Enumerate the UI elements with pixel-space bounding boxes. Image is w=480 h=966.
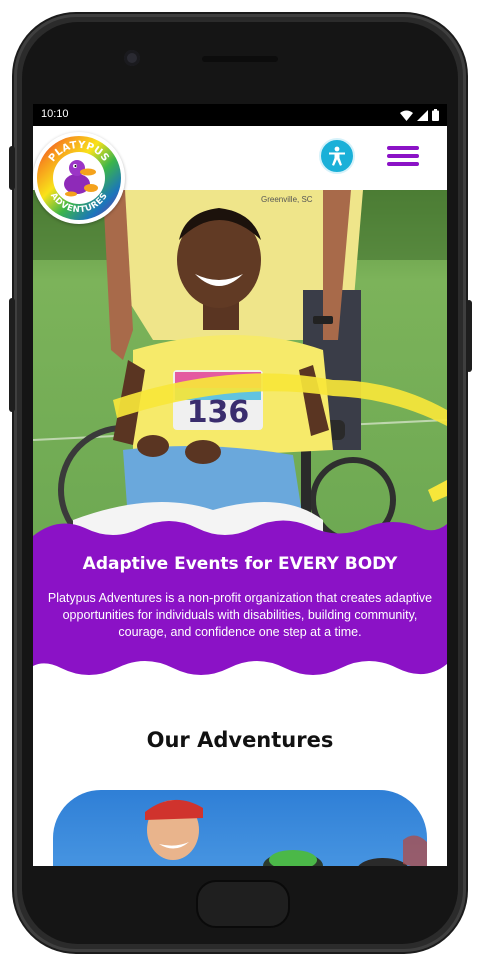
status-icons: [400, 109, 439, 121]
platypus-adventures-logo[interactable]: PLATYPUS ADVENTURES: [33, 132, 125, 224]
accessibility-icon: [329, 146, 345, 166]
status-time: 10:10: [41, 108, 69, 120]
status-bar: 10:10: [33, 104, 447, 126]
front-camera: [124, 50, 140, 66]
phone-screen: 10:10 PLATYPUS ADVENTURES Greenville, SC…: [33, 104, 447, 866]
wifi-icon: [400, 110, 413, 121]
hero-shirt-text: Greenville, SC: [261, 195, 313, 204]
hamburger-menu-button[interactable]: [387, 146, 419, 168]
adventure-card-image[interactable]: [53, 790, 427, 866]
home-button[interactable]: [196, 880, 290, 928]
hamburger-menu-icon: [387, 146, 419, 166]
accessibility-button[interactable]: [319, 138, 355, 174]
phone-side-button-right: [466, 300, 472, 372]
signal-icon: [417, 109, 428, 121]
site-header: PLATYPUS ADVENTURES: [33, 126, 447, 224]
intro-banner: Adaptive Events for EVERY BODY Platypus …: [33, 514, 447, 684]
battery-icon: [432, 109, 439, 121]
hero-image: Greenville, SC 136: [33, 190, 447, 550]
intro-headline: Adaptive Events for EVERY BODY: [82, 554, 398, 574]
phone-side-button-left-1: [9, 146, 15, 190]
intro-description: Platypus Adventures is a non-profit orga…: [47, 591, 433, 639]
earpiece-speaker: [202, 56, 278, 62]
phone-side-button-left-2: [9, 298, 15, 412]
hero-bib-number: 136: [187, 395, 250, 430]
adventures-section-title: Our Adventures: [146, 728, 334, 752]
